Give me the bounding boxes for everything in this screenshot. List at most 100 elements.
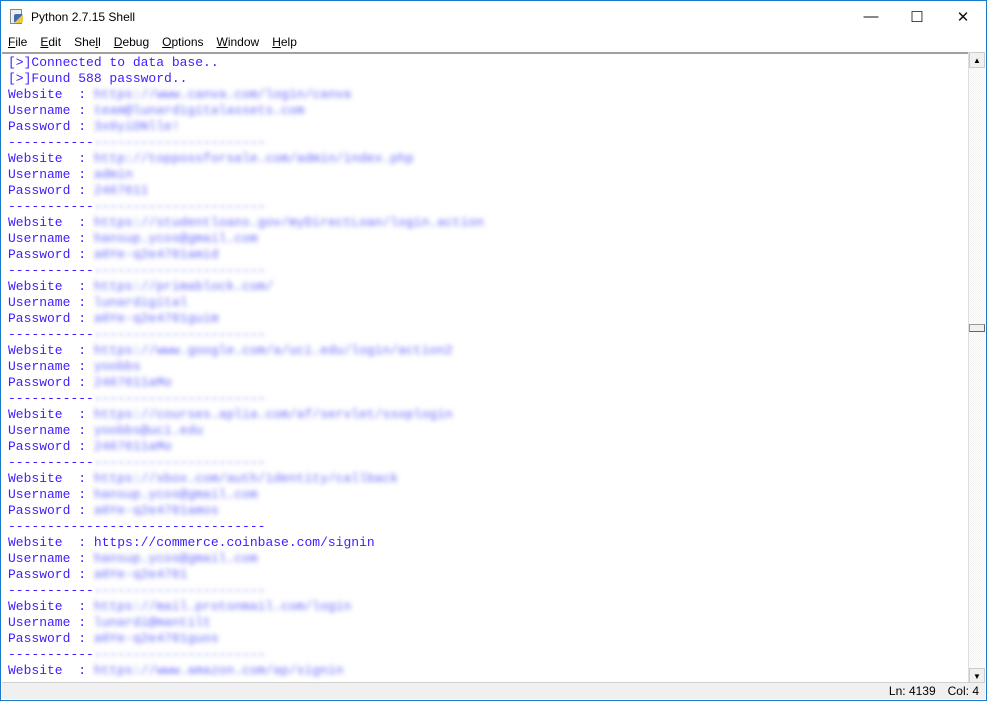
website-value: https://courses.aplia.com/af/servlet/sso… <box>93 407 453 422</box>
password-line: Password : a0Ye-q2e4761 <box>8 567 484 583</box>
username-line: Username : hansup.ycos@gmail.com <box>8 551 484 567</box>
menu-label-part: She <box>74 35 96 49</box>
password-value: 2467611aMo <box>93 375 172 390</box>
separator-line: --------------------------------- <box>8 327 484 343</box>
separator-line: --------------------------------- <box>8 647 484 663</box>
password-value: a0Ye-q2e4761guim <box>93 311 219 326</box>
password-label: Password : <box>8 503 94 518</box>
menu-shell[interactable]: Shell <box>74 35 101 49</box>
password-line: Password : a0Ye-q2e4761amid <box>8 247 484 263</box>
username-label: Username : <box>8 551 94 566</box>
menu-debug[interactable]: Debug <box>114 35 149 49</box>
separator-text: ----------- <box>8 583 94 598</box>
status-bar: Ln: 4139 Col: 4 <box>2 682 985 699</box>
username-label: Username : <box>8 487 94 502</box>
password-line: Password : 3x0yiDNlle! <box>8 119 484 135</box>
menu-window[interactable]: Window <box>217 35 260 49</box>
website-value: https://commerce.coinbase.com/signin <box>93 535 375 550</box>
password-line: Password : a0Ye-q2e4761amos <box>8 503 484 519</box>
website-label: Website : <box>8 407 94 422</box>
menu-file[interactable]: File <box>8 35 27 49</box>
scroll-up-arrow-icon[interactable]: ▲ <box>969 52 985 68</box>
website-value: https://studentloans.gov/myDirectLoan/lo… <box>93 215 484 230</box>
separator-text-blurred: ---------------------- <box>93 263 266 278</box>
username-line: Username : lunardigital <box>8 295 484 311</box>
username-value: yoobbs <box>93 359 141 374</box>
username-label: Username : <box>8 103 94 118</box>
website-line: Website : https://courses.aplia.com/af/s… <box>8 407 484 423</box>
maximize-button[interactable]: ☐ <box>894 1 940 32</box>
separator-line: --------------------------------- <box>8 199 484 215</box>
shell-output[interactable]: [>]Connected to data base.. [>]Found 588 … <box>2 52 969 684</box>
password-label: Password : <box>8 567 94 582</box>
password-label: Password : <box>8 439 94 454</box>
password-value: a0Ye-q2e4761guos <box>93 631 219 646</box>
username-line: Username : lunardi@mantilt <box>8 615 484 631</box>
password-line: Password : 2467611 <box>8 183 484 199</box>
separator-line: --------------------------------- <box>8 583 484 599</box>
window-title: Python 2.7.15 Shell <box>31 9 136 24</box>
website-value: https://primablock.com/ <box>93 279 274 294</box>
menu-help[interactable]: Help <box>272 35 297 49</box>
website-value: https://www.google.com/a/uci.edu/login/a… <box>93 343 453 358</box>
password-value: a0Ye-q2e4761amid <box>93 247 219 262</box>
menu-edit[interactable]: Edit <box>40 35 61 49</box>
website-value: https://www.canva.com/login/canva <box>93 87 352 102</box>
username-value: team@lunardigitalassets.com <box>93 103 305 118</box>
password-label: Password : <box>8 631 94 646</box>
menu-label-part: ptions <box>171 35 204 49</box>
scrollbar-thumb[interactable] <box>969 324 985 332</box>
username-value: hansup.ycos@gmail.com <box>93 551 258 566</box>
close-button[interactable]: ✕ <box>940 1 986 32</box>
website-label: Website : <box>8 215 94 230</box>
password-line: Password : 2467611aMo <box>8 439 484 455</box>
separator-text: ----------- <box>8 135 94 150</box>
website-label: Website : <box>8 471 94 486</box>
separator-text-blurred: ---------------------- <box>93 135 266 150</box>
website-line: Website : https://commerce.coinbase.com/… <box>8 535 484 551</box>
username-label: Username : <box>8 167 94 182</box>
menu-options[interactable]: Options <box>162 35 203 49</box>
website-line: Website : https://xbox.com/auth/identity… <box>8 471 484 487</box>
separator-text-blurred: ---------------------- <box>93 647 266 662</box>
separator-text: ----------- <box>8 455 94 470</box>
website-label: Website : <box>8 343 94 358</box>
separator-text-blurred: ---------------------- <box>93 455 266 470</box>
username-line: Username : yoobbs@uci.edu <box>8 423 484 439</box>
separator-text-blurred: ---------------------- <box>93 327 266 342</box>
password-line: Password : a0Ye-q2e4761guos <box>8 631 484 647</box>
password-line: Password : 2467611aMo <box>8 375 484 391</box>
menu-label-part: W <box>216 35 228 49</box>
username-value: admin <box>93 167 133 182</box>
website-line: Website : https://www.amazon.com/ap/sign… <box>8 663 484 679</box>
password-label: Password : <box>8 247 94 262</box>
separator-text: ----------- <box>8 391 94 406</box>
website-label: Website : <box>8 151 94 166</box>
column-number: Col: 4 <box>947 684 979 698</box>
password-value: 2467611 <box>93 183 149 198</box>
website-label: Website : <box>8 87 94 102</box>
line-number: Ln: 4139 <box>888 684 936 698</box>
username-line: Username : yoobbs <box>8 359 484 375</box>
vertical-scrollbar[interactable]: ▲ ▼ <box>968 52 985 684</box>
separator-line: --------------------------------- <box>8 135 484 151</box>
status-message-text: [>]Found 588 password.. <box>8 71 188 86</box>
menu-label-part: l <box>98 35 101 49</box>
username-label: Username : <box>8 231 94 246</box>
password-value: a0Ye-q2e4761amos <box>93 503 219 518</box>
website-line: Website : https://primablock.com/ <box>8 279 484 295</box>
username-line: Username : hansup.ycos@gmail.com <box>8 231 484 247</box>
website-line: Website : https://studentloans.gov/myDir… <box>8 215 484 231</box>
menu-label-part: indow <box>227 35 260 49</box>
separator-line: --------------------------------- <box>8 455 484 471</box>
username-label: Username : <box>8 295 94 310</box>
website-label: Website : <box>8 279 94 294</box>
minimize-button[interactable]: — <box>848 1 894 32</box>
password-label: Password : <box>8 375 94 390</box>
separator-text: ----------- <box>8 263 94 278</box>
password-line: Password : a0Ye-q2e4761guim <box>8 311 484 327</box>
python-idle-icon <box>9 8 25 25</box>
separator-text-blurred: ---------------------- <box>93 199 266 214</box>
username-line: Username : admin <box>8 167 484 183</box>
title-bar: Python 2.7.15 Shell — ☐ ✕ <box>1 1 986 32</box>
